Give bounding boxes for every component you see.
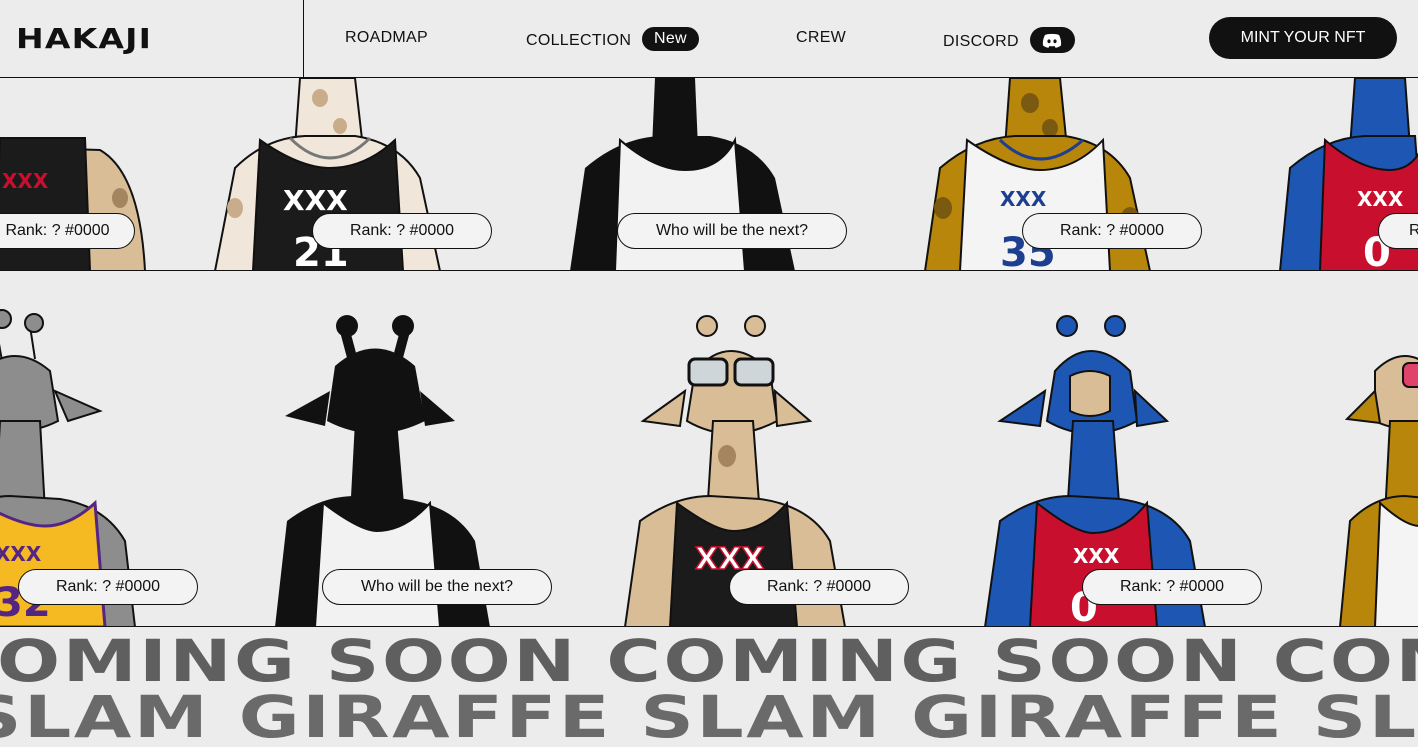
rank-label: Rank: ? #0000 xyxy=(18,569,198,605)
rank-label: Rank: ? #0000 xyxy=(312,213,492,249)
nav-discord-label: DISCORD xyxy=(943,33,1019,51)
brand-logo[interactable]: HAKAJI xyxy=(16,22,152,55)
site-header: HAKAJI ROADMAP COLLECTION New CREW DISCO… xyxy=(0,0,1418,78)
nft-card[interactable]: XXX 35 Rank: ? #0000 xyxy=(915,78,1202,270)
jersey-text: XXX xyxy=(1073,544,1120,568)
nav-discord[interactable]: DISCORD xyxy=(943,27,1075,55)
mint-nft-button[interactable]: MINT YOUR NFT xyxy=(1209,17,1397,59)
rank-label: Rank: ? #0000 xyxy=(1082,569,1262,605)
new-badge: New xyxy=(642,27,699,51)
nav-collection[interactable]: COLLECTION New xyxy=(526,27,699,53)
collection-row-bottom: XXX 32 Rank: ? #0000 Who will be the nex… xyxy=(0,271,1418,627)
rank-label: Rank: ? #0000 xyxy=(1022,213,1202,249)
nft-card[interactable]: XXX 21 Rank: ? #0000 xyxy=(205,78,492,270)
nft-card[interactable] xyxy=(1335,271,1418,626)
nav-collection-label: COLLECTION xyxy=(526,32,632,50)
rank-label: Rank: ? #0000 xyxy=(729,569,909,605)
nft-card[interactable]: Who will be the next? xyxy=(560,78,847,270)
next-label: Who will be the next? xyxy=(322,569,552,605)
marquee-banner: COMING SOON COMING SOON COMING SOON SLAM… xyxy=(0,627,1418,747)
nft-card[interactable]: XXX 32 Rank: ? #0000 xyxy=(0,271,198,626)
header-divider xyxy=(303,0,304,78)
sunglasses-icon xyxy=(687,357,729,387)
nav-roadmap[interactable]: ROADMAP xyxy=(345,29,428,47)
discord-badge xyxy=(1029,27,1075,53)
nav-crew[interactable]: CREW xyxy=(796,29,846,47)
rank-label: Ra xyxy=(1378,213,1418,249)
nav-crew-label: CREW xyxy=(796,29,847,46)
jersey-text: XXX xyxy=(1000,187,1047,211)
discord-icon xyxy=(1043,33,1062,48)
jersey-text: XXX xyxy=(1357,187,1404,211)
marquee-slam-giraffe: SLAM GIRAFFE SLAM GIRAFFE SLAM GIRAFFE xyxy=(0,683,1418,747)
jersey-text: XXX xyxy=(2,169,49,193)
nav-roadmap-label: ROADMAP xyxy=(345,29,428,46)
jersey-text: XXX xyxy=(0,542,42,566)
nft-card[interactable]: XXX Rank: ? #0000 xyxy=(0,78,150,270)
rank-label: Rank: ? #0000 xyxy=(0,213,135,249)
nft-card[interactable]: XXX Rank: ? #0000 xyxy=(615,271,909,626)
next-label: Who will be the next? xyxy=(617,213,847,249)
nft-card[interactable]: Who will be the next? xyxy=(265,271,552,626)
giraffe-illustration xyxy=(1339,355,1418,626)
nft-card[interactable]: XXX 0 Rank: ? #0000 xyxy=(975,271,1262,626)
nft-card[interactable]: XXX 0 Ra xyxy=(1275,78,1418,270)
collection-row-top: XXX Rank: ? #0000 XXX 21 Rank: ? #0000 W… xyxy=(0,78,1418,271)
